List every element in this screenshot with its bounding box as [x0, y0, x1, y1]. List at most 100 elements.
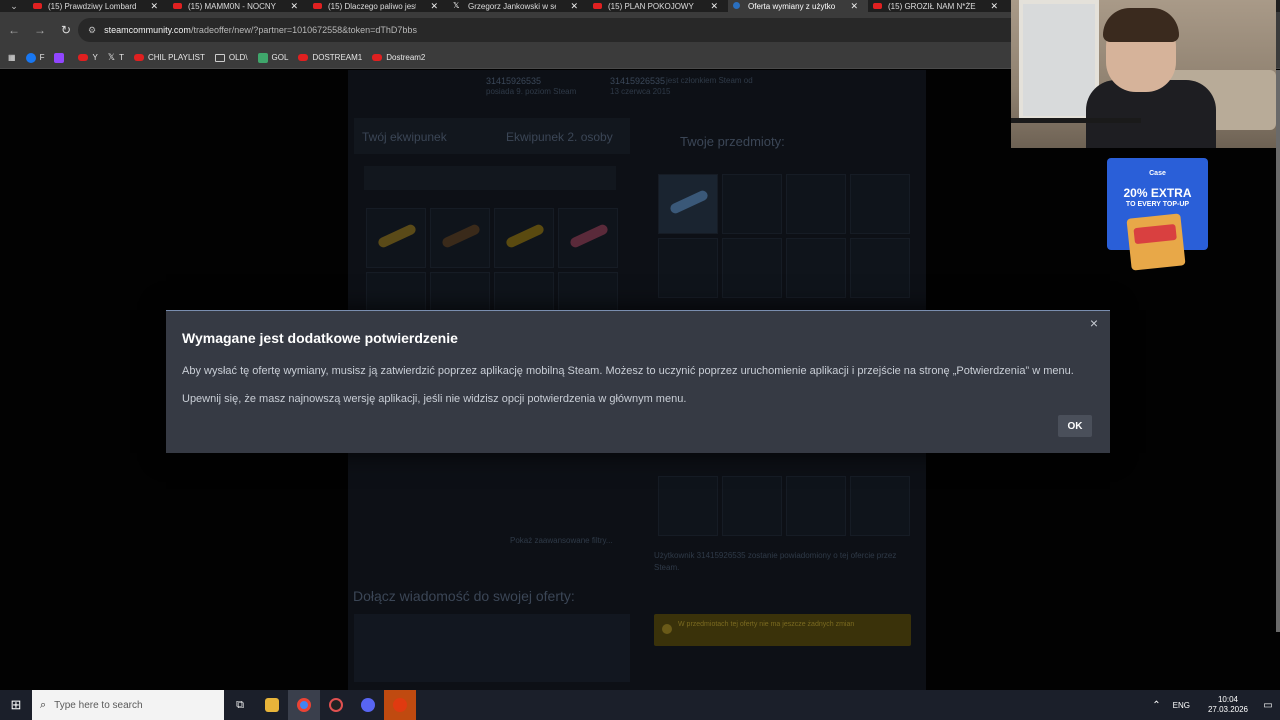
browser-tab-active[interactable]: Oferta wymiany z użytko ✕: [728, 0, 868, 12]
bookmark[interactable]: CHIL PLAYLIST: [133, 47, 205, 69]
offer-slot[interactable]: [658, 476, 718, 536]
inventory-slot[interactable]: [366, 208, 426, 268]
youtube-icon: [298, 54, 309, 61]
windows-start-icon[interactable]: ⊞: [0, 690, 32, 720]
clock[interactable]: 10:04 27.03.2026: [1208, 695, 1248, 715]
offer-slot[interactable]: [850, 238, 910, 298]
url-path: /tradeoffer/new/?partner=1010672558&toke…: [190, 25, 417, 35]
bookmark[interactable]: Dostream2: [372, 47, 425, 69]
close-icon[interactable]: ✕: [150, 0, 158, 12]
close-icon[interactable]: ✕: [430, 0, 438, 12]
offer-slot[interactable]: [850, 476, 910, 536]
dialog-hint: Upewnij się, że masz najnowszą wersję ap…: [182, 393, 687, 405]
forward-arrow-icon[interactable]: →: [28, 18, 52, 42]
windows-taskbar: ⊞ ⌕ Type here to search ⧉ ⌃ ENG 10:04 27…: [0, 690, 1280, 720]
item-knife-icon: [568, 223, 610, 249]
task-view-icon[interactable]: ⧉: [224, 690, 256, 720]
facebook-icon: [25, 52, 36, 63]
bookmark[interactable]: DOSTREAM1: [298, 47, 362, 69]
offer-slot[interactable]: [786, 238, 846, 298]
partner-since-date: 13 czerwca 2015: [610, 87, 671, 96]
advanced-filter-link[interactable]: Pokaż zaawansowane filtry...: [510, 536, 613, 545]
site-info-icon[interactable]: ⚙: [88, 25, 96, 36]
offer-slot[interactable]: [786, 174, 846, 234]
youtube-icon: [593, 3, 602, 9]
ok-button[interactable]: OK: [1058, 415, 1092, 437]
clock-date: 27.03.2026: [1207, 705, 1248, 714]
offer-slot[interactable]: [722, 174, 782, 234]
browser-tab[interactable]: (15) Dlaczego paliwo jest ✕: [308, 0, 448, 12]
address-bar[interactable]: ⚙ steamcommunity.com/tradeoffer/new/?par…: [78, 18, 1088, 42]
obs-icon[interactable]: [384, 690, 416, 720]
tab-search-chevron-icon[interactable]: ⌄: [0, 0, 28, 12]
chrome-icon[interactable]: [288, 690, 320, 720]
partner-since: jest członkiem Steam od: [666, 76, 753, 85]
partner-id-2: 31415926535: [610, 76, 666, 86]
offer-slot[interactable]: [786, 476, 846, 536]
inventory-slot[interactable]: [494, 208, 554, 268]
confirmation-dialog: Wymagane jest dodatkowe potwierdzenie × …: [166, 310, 1110, 453]
dialog-message: Aby wysłać tę ofertę wymiany, musisz ją …: [182, 365, 1074, 377]
bookmark[interactable]: 𝕏T: [108, 47, 124, 69]
bookmark[interactable]: GOL: [257, 47, 288, 69]
notification-icon[interactable]: ▭: [1256, 700, 1280, 711]
message-textarea[interactable]: [354, 614, 630, 682]
back-arrow-icon[interactable]: ←: [2, 18, 26, 42]
search-icon: ⌕: [40, 698, 47, 711]
file-explorer-icon[interactable]: [256, 690, 288, 720]
bookmark[interactable]: F: [25, 47, 44, 69]
close-icon[interactable]: ✕: [850, 0, 858, 12]
offer-slot[interactable]: [850, 174, 910, 234]
bookmark[interactable]: Y: [78, 47, 98, 69]
taskbar-search[interactable]: ⌕ Type here to search: [32, 690, 224, 720]
item-knife-icon: [440, 223, 482, 249]
ad-subline: TO EVERY TOP-UP: [1125, 201, 1190, 208]
close-icon[interactable]: ✕: [710, 0, 718, 12]
apps-grid-icon[interactable]: ▦: [8, 47, 16, 69]
language-indicator[interactable]: ENG: [1173, 701, 1190, 710]
close-icon[interactable]: ✕: [990, 0, 998, 12]
page-scrollbar[interactable]: [1276, 70, 1280, 632]
tray-chevron-icon[interactable]: ⌃: [1152, 700, 1160, 711]
ad-brand: Case: [1149, 170, 1166, 177]
tab-other-inventory[interactable]: Ekwipunek 2. osoby: [506, 130, 613, 144]
bookmark-folder[interactable]: OLD\: [214, 47, 248, 69]
item-knife-icon: [504, 223, 546, 249]
promo-ad[interactable]: Case 20% EXTRA TO EVERY TOP-UP: [1107, 158, 1208, 271]
offer-slot[interactable]: [722, 476, 782, 536]
youtube-icon: [133, 54, 144, 61]
browser-tab[interactable]: 𝕏 Grzegorz Jankowski w ser ✕: [448, 0, 588, 12]
inventory-slot[interactable]: [430, 208, 490, 268]
your-items-title: Twoje przedmioty:: [680, 134, 785, 149]
case-box-icon: [1126, 213, 1186, 271]
offer-slot[interactable]: [658, 238, 718, 298]
discord-icon[interactable]: [352, 690, 384, 720]
youtube-icon: [78, 54, 89, 61]
steam-icon: [733, 2, 740, 9]
dialog-title: Wymagane jest dodatkowe potwierdzenie: [182, 330, 458, 346]
partner-level: posiada 9. poziom Steam: [486, 87, 577, 96]
warning-box: W przedmiotach tej oferty nie ma jeszcze…: [654, 614, 911, 646]
partner-id: 31415926535: [486, 76, 542, 86]
app-icon[interactable]: [320, 690, 352, 720]
gol-icon: [257, 52, 268, 63]
browser-tab[interactable]: (15) PLAN POKOJOWY IR ✕: [588, 0, 728, 12]
ad-headline: 20% EXTRA: [1123, 186, 1192, 200]
browser-tab[interactable]: (15) Prawdziwy Lombard ✕: [28, 0, 168, 12]
browser-tab[interactable]: (15) MAMM0N - NOCNY ✕: [168, 0, 308, 12]
reload-icon[interactable]: ↻: [54, 18, 78, 42]
x-icon: 𝕏: [453, 1, 460, 10]
bookmark[interactable]: [54, 47, 68, 69]
microphone-arm: [1011, 118, 1141, 123]
x-icon: 𝕏: [107, 52, 116, 62]
youtube-icon: [873, 3, 882, 9]
browser-tab[interactable]: (15) GROZIŁ NAM N*ŻEM ✕: [868, 0, 1008, 12]
tab-my-inventory[interactable]: Twój ekwipunek: [362, 130, 447, 144]
close-icon[interactable]: ✕: [290, 0, 298, 12]
offer-slot[interactable]: [722, 238, 782, 298]
close-icon[interactable]: ✕: [570, 0, 578, 12]
close-icon[interactable]: ×: [1086, 315, 1102, 331]
offer-slot[interactable]: [658, 174, 718, 234]
inventory-slot[interactable]: [558, 208, 618, 268]
youtube-icon: [173, 3, 182, 9]
